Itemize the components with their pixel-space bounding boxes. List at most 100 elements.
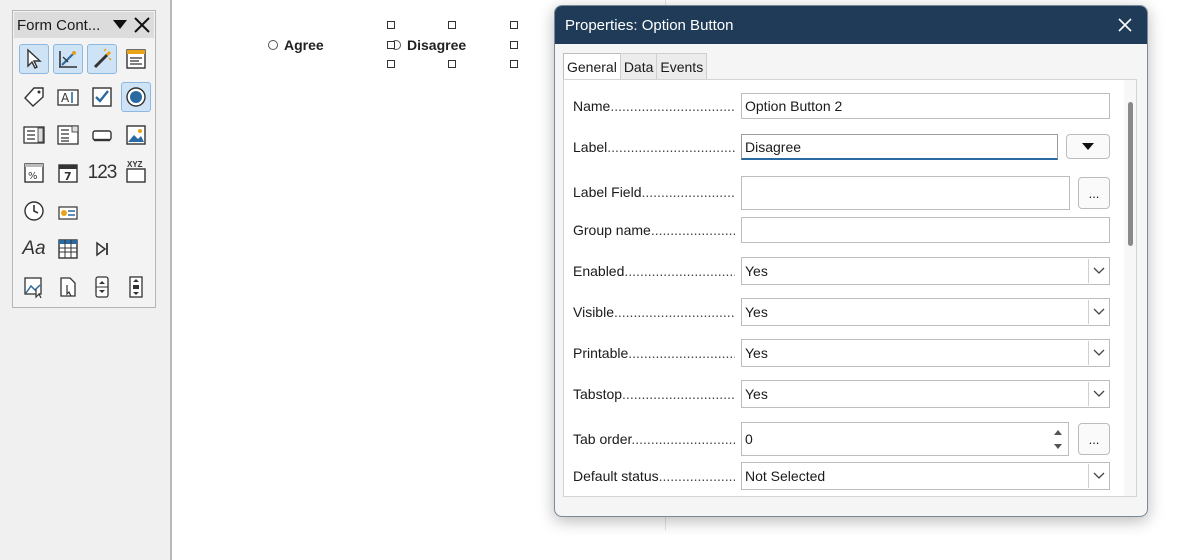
push-button-icon[interactable] [87, 120, 117, 150]
selection-handle-middle-right[interactable] [510, 41, 518, 49]
option-agree-radio[interactable] [268, 40, 278, 50]
label-field[interactable]: Disagree [741, 134, 1058, 160]
properties-dialog: Properties: Option Button General Data E… [554, 5, 1148, 517]
select-icon[interactable] [19, 44, 49, 74]
label-field-browse-button[interactable]: ... [1078, 177, 1110, 209]
toolbar-dropdown-icon[interactable] [110, 15, 130, 35]
formatted-field-icon[interactable]: % [19, 158, 49, 188]
spin-up-icon[interactable] [1050, 426, 1066, 438]
file-selection-icon[interactable] [53, 272, 83, 302]
general-tab-panel: Name....................................… [563, 79, 1137, 497]
label-field-input[interactable] [741, 176, 1070, 210]
name-row-label: Name....................................… [573, 98, 735, 114]
form-design-icon[interactable] [121, 44, 151, 74]
group-name-field[interactable] [741, 217, 1110, 243]
check-box-icon[interactable] [87, 82, 117, 112]
image-button-icon[interactable] [121, 120, 151, 150]
group-name-label-text: Group name [573, 222, 651, 238]
navigation-bar-icon[interactable] [87, 234, 117, 264]
time-field-icon[interactable] [19, 196, 49, 226]
spin-down-icon[interactable] [1050, 440, 1066, 452]
dialog-title: Properties: Option Button [565, 16, 734, 34]
numerical-field-icon[interactable]: 123 [87, 158, 118, 188]
svg-text:A: A [61, 91, 70, 105]
numeric-glyph: 123 [87, 162, 118, 183]
toolbar-titlebar[interactable]: Form Cont... [14, 12, 154, 38]
list-box-icon[interactable] [19, 120, 49, 150]
dialog-titlebar[interactable]: Properties: Option Button [555, 6, 1147, 44]
label-label-text: Label [573, 139, 608, 155]
svg-text:%: % [28, 171, 38, 182]
enabled-row-label: Enabled.................................… [573, 263, 735, 279]
tab-order-value: 0 [745, 431, 753, 447]
group-name-row-label: Group name..............................… [573, 222, 735, 238]
spin-button-icon[interactable] [87, 272, 117, 302]
tab-data[interactable]: Data [619, 53, 658, 79]
toolbar-close-icon[interactable] [130, 15, 154, 35]
visible-value: Yes [745, 304, 768, 320]
tab-general[interactable]: General [563, 53, 621, 80]
tabstop-label-text: Tabstop [573, 386, 623, 402]
printable-value: Yes [745, 345, 768, 361]
design-mode-icon[interactable] [53, 44, 83, 74]
pattern-field-icon[interactable]: XYZ [121, 158, 151, 188]
selection-handle-bottom-right[interactable] [510, 60, 518, 68]
form-controls-toolbar: Form Cont... A % 7 123 XYZ Aa [12, 10, 156, 308]
label-field-label-text: Label Field [573, 184, 642, 200]
toolbar-title: Form Cont... [17, 16, 101, 34]
control-wizards-icon[interactable] [87, 44, 117, 74]
chevron-down-icon[interactable] [1088, 300, 1108, 324]
printable-row-label: Printable...............................… [573, 345, 735, 361]
printable-label-text: Printable [573, 345, 629, 361]
option-disagree-label[interactable]: Disagree [407, 37, 466, 53]
chevron-down-icon[interactable] [1088, 259, 1108, 283]
option-agree-label[interactable]: Agree [284, 37, 324, 53]
name-label-text: Name [573, 98, 611, 114]
default-status-row-label: Default status..........................… [573, 468, 735, 484]
tabstop-row-label: Tabstop.................................… [573, 386, 735, 402]
scrollbar-thumb[interactable] [1128, 102, 1133, 246]
enabled-value: Yes [745, 263, 768, 279]
svg-text:7: 7 [64, 170, 72, 183]
selection-handle-top-left[interactable] [387, 21, 395, 29]
scrollbar-icon[interactable] [121, 272, 151, 302]
tab-order-browse-button[interactable]: ... [1078, 423, 1110, 455]
chevron-down-icon[interactable] [1088, 382, 1108, 406]
chevron-down-icon[interactable] [1088, 341, 1108, 365]
pattern-glyph: XYZ [127, 160, 143, 169]
label-icon[interactable] [19, 82, 49, 112]
selection-handle-bottom-middle[interactable] [448, 60, 456, 68]
enabled-select[interactable]: Yes [741, 257, 1110, 285]
default-status-value: Not Selected [745, 468, 826, 484]
font-glyph: Aa [22, 238, 46, 259]
default-status-label-text: Default status [573, 468, 659, 484]
enabled-label-text: Enabled [573, 263, 625, 279]
close-icon[interactable] [1115, 15, 1135, 35]
default-status-select[interactable]: Not Selected [741, 462, 1110, 490]
tab-order-row-label: Tab order...............................… [573, 431, 735, 447]
visible-row-label: Visible.................................… [573, 304, 735, 320]
currency-field-icon[interactable] [53, 196, 83, 226]
font-field-icon[interactable]: Aa [19, 234, 49, 264]
label-row-label: Label...................................… [573, 139, 735, 155]
date-field-icon[interactable]: 7 [53, 158, 83, 188]
text-box-icon[interactable]: A [53, 82, 83, 112]
image-control-icon[interactable] [19, 272, 49, 302]
tab-order-spinner[interactable]: 0 [741, 422, 1069, 456]
tab-events[interactable]: Events [656, 53, 708, 79]
option-button-icon[interactable] [121, 82, 151, 112]
visible-select[interactable]: Yes [741, 298, 1110, 326]
chevron-down-icon[interactable] [1088, 464, 1108, 488]
selection-handle-bottom-left[interactable] [387, 60, 395, 68]
table-control-icon[interactable] [53, 234, 83, 264]
label-dropdown-button[interactable] [1066, 134, 1110, 159]
dialog-tabs: General Data Events [563, 53, 708, 80]
name-field[interactable]: Option Button 2 [741, 93, 1110, 119]
selection-handle-top-middle[interactable] [448, 21, 456, 29]
panel-scrollbar[interactable] [1124, 80, 1136, 496]
selection-handle-middle-left[interactable] [387, 41, 395, 49]
printable-select[interactable]: Yes [741, 339, 1110, 367]
combo-box-icon[interactable] [53, 120, 83, 150]
tabstop-select[interactable]: Yes [741, 380, 1110, 408]
selection-handle-top-right[interactable] [510, 21, 518, 29]
